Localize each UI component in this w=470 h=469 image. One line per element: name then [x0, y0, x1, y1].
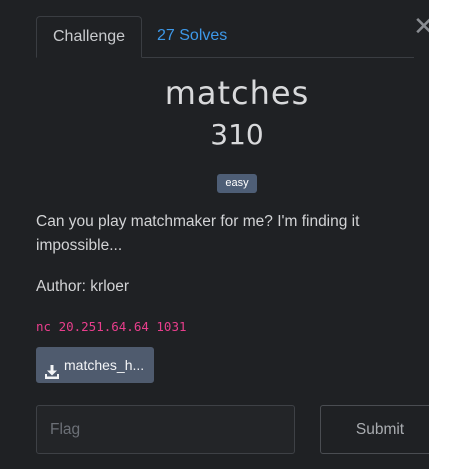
challenge-modal: ✕ Challenge 27 Solves matches 310 easy C… [0, 0, 429, 469]
download-icon [44, 357, 60, 379]
connection-command: nc 20.251.64.64 1031 [36, 319, 187, 334]
challenge-tabs: Challenge 27 Solves [36, 16, 414, 58]
challenge-title: matches [164, 74, 310, 112]
challenge-points: 310 [210, 118, 264, 151]
difficulty-badge: easy [217, 174, 257, 193]
challenge-description: Can you play matchmaker for me? I'm find… [36, 213, 360, 254]
download-file-button[interactable]: matches_h... [36, 347, 154, 383]
submit-button[interactable]: Submit [320, 405, 429, 454]
flag-input[interactable] [36, 405, 295, 454]
close-icon[interactable]: ✕ [413, 12, 429, 42]
tab-challenge[interactable]: Challenge [36, 16, 143, 58]
tab-solves[interactable]: 27 Solves [141, 16, 243, 56]
file-name-label: matches_h... [64, 357, 145, 373]
challenge-author: Author: krloer [36, 278, 130, 295]
